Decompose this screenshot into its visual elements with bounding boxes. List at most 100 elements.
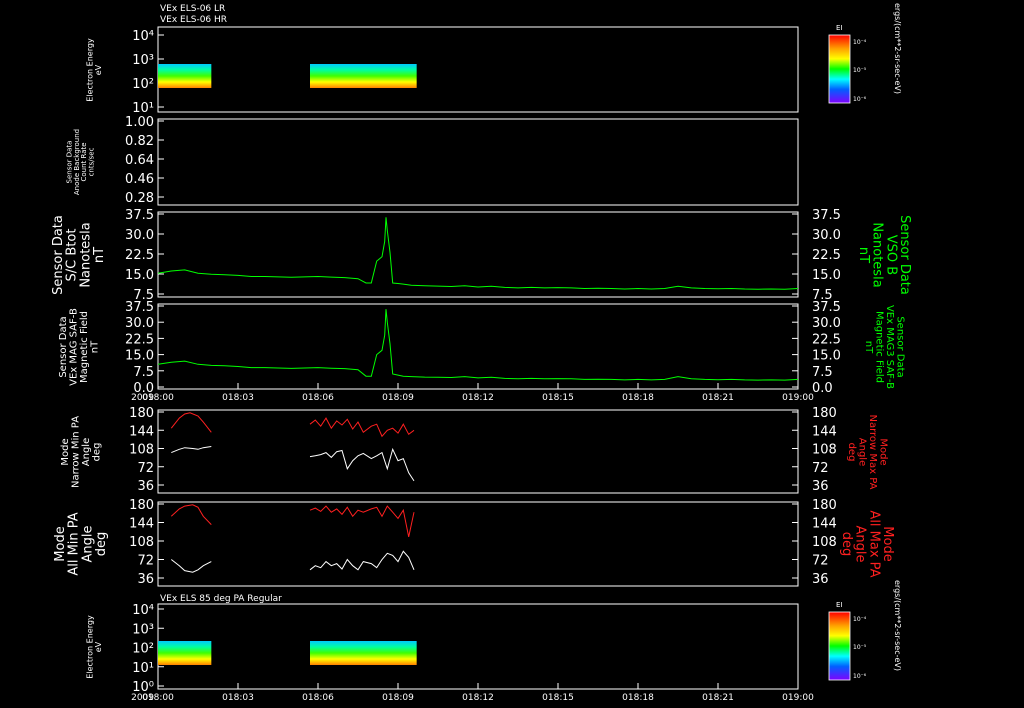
colorbar-bottom-title: EI [836,601,843,609]
trace-all-pa-max-0 [170,504,212,525]
ytick-label-4-3: 72 [137,461,154,476]
panel-frame-4 [157,409,799,494]
ytick-label-4-0: 180 [129,406,154,421]
ytick-label-right-2-0: 37.5 [812,208,841,223]
spectrogram-block-bottom-0 [158,641,212,665]
ytick-label-1-2: 0.64 [125,153,154,168]
right-label-mag3-safb-line-3: nT [863,341,874,354]
ylabel-energy-top: Electron Energy eV [86,38,103,102]
dataset-label-hr: VEx ELS-06 HR [160,15,227,25]
ytick-label-2-3: 15.0 [125,268,154,283]
right-label-mag3-safb-line-2: Magnetic Field [873,311,884,383]
panel-frame-1 [157,118,799,206]
xtick-label-bottom-6: 018:18 [622,693,654,703]
ylabel-sc-btot-line-3: nT [92,247,107,263]
ytick-label-3-2: 22.5 [125,332,154,347]
ylabel-saf-b: Sensor Data VEx MAG SAF-B Magnetic Field nT [58,308,101,386]
trace-all-pa-min-0 [170,559,212,573]
right-label-all-max-pa-line-3: deg [839,532,854,557]
colorbar-bottom-tick-2: 10⁻⁶ [853,673,867,680]
ytick-label-right-2-1: 30.0 [812,228,841,243]
ytick-label-1-3: 0.46 [125,172,154,187]
ytick-label-2-1: 30.0 [125,228,154,243]
trace-sc-btot [157,217,799,290]
right-label-narrow-max-pa-line-2: Angle [856,438,867,466]
ytick-label-3-3: 15.0 [125,349,154,364]
xtick-label-mag-3: 018:09 [382,393,414,403]
ylabel-narrow-pa-line-1: Narrow Min PA [70,416,81,488]
ytick-label-2-0: 37.5 [125,208,154,223]
ytick-label-right-2-2: 22.5 [812,248,841,263]
stacked-timeseries-plot: VEx ELS-06 LR VEx ELS-06 HR 10⁴ 10³ 10² 10¹… [51,3,912,703]
ytick-label-5-2: 108 [129,535,154,550]
ytick-label-0-1: 10³ [132,53,154,68]
chart-marks [157,64,799,665]
ytick-label-4-4: 36 [137,479,154,494]
colorbar-top-title: EI [836,24,843,32]
colorbar-top-tick-2: 10⁻⁶ [853,96,867,103]
right-label-narrow-max-pa-line-0: Mode [877,438,888,465]
colorbar-top-unit: ergs/(cm**2-sr-sec-eV) [893,3,902,94]
trace-all-pa-max-1 [309,505,415,538]
ylabel-energy-bottom-line-1: eV [94,641,103,652]
ytick-label-1-1: 0.82 [125,134,154,149]
ytick-label-6-3: 10¹ [132,661,154,676]
bottom-panel-title: VEx ELS 85 deg PA Regular [160,594,282,604]
panel-frame-2 [157,211,799,298]
xtick-label-bottom-3: 018:09 [382,693,414,703]
spectrogram-block-bottom-1 [310,641,417,665]
ytick-label-right-4-4: 36 [812,479,829,494]
xtick-label-mag-5: 018:15 [542,393,574,403]
ytick-label-6-2: 10² [132,642,154,657]
xtick-label-bottom-7: 018:21 [702,693,734,703]
ytick-label-0-0: 10⁴ [132,29,154,44]
trace-narrow-pa-max-0 [170,412,212,433]
panel-frames [157,26,799,690]
ytick-label-right-5-2: 108 [812,535,837,550]
ytick-label-6-0: 10⁴ [132,603,154,618]
ytick-label-right-3-3: 15.0 [812,349,841,364]
panel-frame-6 [157,603,799,690]
right-label-narrow-max-pa: ModeNarrow Max PAAngledeg [846,415,889,490]
ytick-label-right-2-3: 15.0 [812,268,841,283]
right-label-mag3-safb-line-1: VEx MAG3 SAF-B [884,305,895,389]
ytick-label-right-3-1: 30.0 [812,316,841,331]
xtick-label-mag-7: 018:21 [702,393,734,403]
ylabel-sc-btot: Sensor DataS/C BtotNanoteslanT [51,215,107,295]
right-label-vso-b: Sensor DataVSO BNanoteslanT [856,215,912,295]
xtick-label-mag-1: 018:03 [222,393,254,403]
xtick-label-bottom-4: 018:12 [462,693,494,703]
ylabel-narrow-pa-line-2: Angle [81,438,92,466]
right-label-narrow-max-pa-line-3: deg [846,443,857,462]
ytick-label-right-4-3: 72 [812,461,829,476]
ytick-label-3-0: 37.5 [125,300,154,315]
panel-frame-5 [157,501,799,587]
colorbar-bottom-tick-1: 10⁻⁵ [853,644,867,651]
ytick-label-right-3-4: 7.5 [812,365,833,380]
ytick-label-right-3-0: 37.5 [812,300,841,315]
ytick-label-right-5-4: 36 [812,572,829,587]
xtick-label-mag-4: 018:12 [462,393,494,403]
panel-frame-3 [157,303,799,390]
ylabel-all-pa: ModeAll Min PAAngledeg [53,512,109,575]
ytick-label-6-1: 10³ [132,622,154,637]
ytick-label-right-3-5: 0.0 [812,381,833,396]
ylabel-anode-background: Sensor Data Anode Background Count Rate cnt… [65,129,95,195]
xtick-label-mag-6: 018:18 [622,393,654,403]
ytick-label-right-5-1: 144 [812,517,837,532]
ytick-label-right-5-3: 72 [812,554,829,569]
ytick-label-4-1: 144 [129,424,154,439]
ylabel-saf-b-line-0: Sensor Data [58,316,69,377]
trace-all-pa-min-1 [309,550,415,571]
ytick-label-5-3: 72 [137,554,154,569]
ylabel-saf-b-line-3: nT [89,340,100,353]
trace-saf-b [157,309,799,381]
colorbar-top-tick-0: 10⁻⁴ [853,39,867,46]
ytick-label-0-2: 10² [132,77,154,92]
ytick-label-right-5-0: 180 [812,498,837,513]
xtick-label-bottom-2: 018:06 [302,693,334,703]
colorbar-top-tick-1: 10⁻⁵ [853,67,867,74]
ytick-label-1-4: 0.28 [125,191,154,206]
panel-frame-0 [157,26,799,113]
xtick-label-mag-8: 019:00 [782,393,814,403]
